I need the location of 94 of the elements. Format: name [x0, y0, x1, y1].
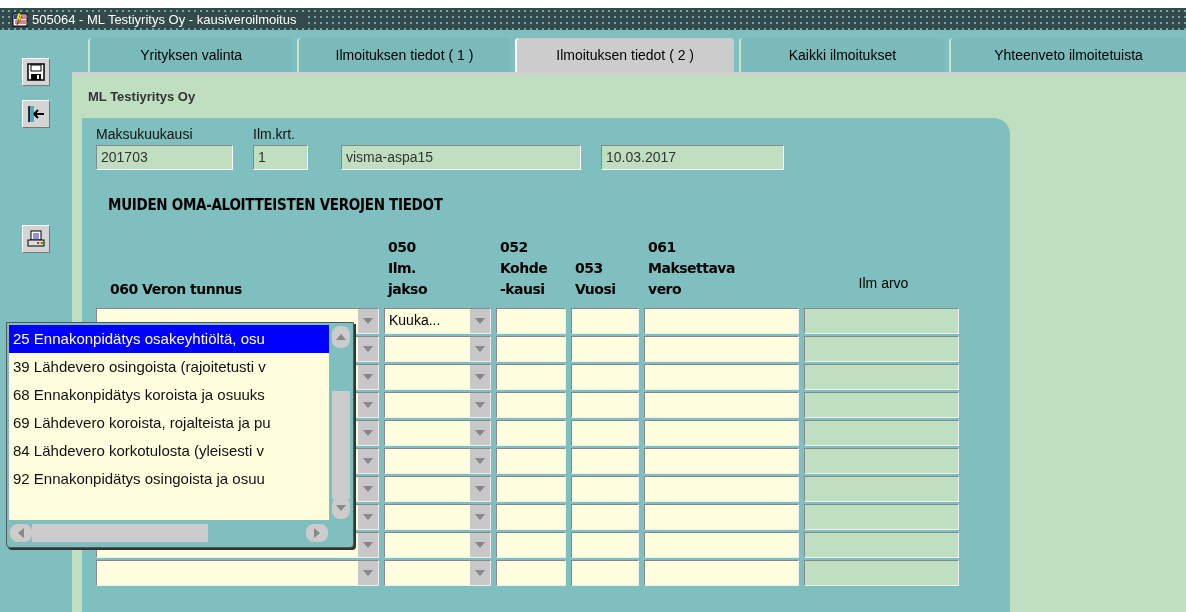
- company-name: ML Testiyritys Oy: [88, 89, 197, 104]
- input-field[interactable]: [644, 504, 799, 530]
- tab[interactable]: Kaikki ilmoitukset: [738, 38, 945, 72]
- caret-icon: [363, 542, 373, 548]
- tab[interactable]: Ilmoituksen tiedot ( 1 ): [297, 38, 510, 72]
- dropdown-field[interactable]: [384, 420, 491, 446]
- input-field[interactable]: [644, 420, 799, 446]
- input-field[interactable]: [644, 336, 799, 362]
- caret-icon: [363, 514, 373, 520]
- input-field[interactable]: [644, 392, 799, 418]
- caret-icon: [475, 486, 485, 492]
- input-field[interactable]: [571, 308, 639, 334]
- input-field[interactable]: [571, 336, 639, 362]
- text-field[interactable]: 201703: [96, 145, 233, 170]
- dropdown-field[interactable]: [384, 532, 491, 558]
- input-field[interactable]: [571, 560, 639, 586]
- input-field[interactable]: [644, 560, 799, 586]
- caret-icon: [475, 346, 485, 352]
- input-field[interactable]: [496, 336, 566, 362]
- caret-icon: [475, 570, 485, 576]
- print-button[interactable]: [22, 225, 50, 253]
- input-field[interactable]: [496, 420, 566, 446]
- input-field[interactable]: [644, 532, 799, 558]
- text-field[interactable]: visma-aspa15: [341, 145, 581, 170]
- dropdown-field[interactable]: [384, 448, 491, 474]
- input-field[interactable]: [496, 392, 566, 418]
- field-label: Ilm.krt.: [253, 126, 296, 143]
- input-field[interactable]: [496, 476, 566, 502]
- column-header: Ilm arvo: [858, 274, 909, 293]
- dropdown-option[interactable]: 84 Lähdevero korkotulosta (yleisesti v: [9, 437, 329, 465]
- caret-icon: [363, 374, 373, 380]
- vertical-scrollbar[interactable]: [331, 325, 351, 520]
- caret-icon: [363, 430, 373, 436]
- horizontal-scrollbar[interactable]: [9, 523, 329, 543]
- input-field[interactable]: [496, 532, 566, 558]
- exit-button[interactable]: [22, 100, 50, 128]
- caret-icon: [363, 318, 373, 324]
- app-icon: [12, 11, 28, 27]
- dropdown-option[interactable]: 69 Lähdevero koroista, rojalteista ja pu: [9, 409, 329, 437]
- dropdown-field[interactable]: Kuuka...: [384, 308, 491, 334]
- exit-arrow-icon: [26, 104, 46, 124]
- tab[interactable]: Yhteenveto ilmoitetuista: [949, 38, 1186, 72]
- tab[interactable]: Ilmoituksen tiedot ( 2 ): [514, 38, 734, 72]
- dropdown-option[interactable]: 39 Lähdevero osingoista (rajoitetusti v: [9, 353, 329, 381]
- input-field[interactable]: [496, 308, 566, 334]
- dropdown-option[interactable]: 92 Ennakonpidätys osingoista ja osuu: [9, 465, 329, 493]
- section-title: MUIDEN OMA-ALOITTEISTEN VEROJEN TIEDOT: [108, 196, 444, 214]
- input-field[interactable]: [496, 448, 566, 474]
- caret-icon: [363, 570, 373, 576]
- caret-icon: [475, 374, 485, 380]
- input-field[interactable]: [571, 504, 639, 530]
- caret-icon: [363, 486, 373, 492]
- dropdown-field[interactable]: [96, 560, 379, 586]
- column-header: 052 Kohde -kausi: [500, 238, 548, 299]
- dropdown-field[interactable]: [384, 336, 491, 362]
- input-field[interactable]: [644, 308, 799, 334]
- input-field[interactable]: [571, 476, 639, 502]
- input-field[interactable]: [496, 364, 566, 390]
- printer-icon: [26, 229, 46, 249]
- input-field[interactable]: [496, 504, 566, 530]
- save-button[interactable]: [22, 58, 50, 86]
- caret-icon: [475, 430, 485, 436]
- input-field[interactable]: [571, 420, 639, 446]
- column-header: 050 Ilm. jakso: [388, 238, 427, 299]
- input-field[interactable]: [571, 532, 639, 558]
- tab[interactable]: Yrityksen valinta: [88, 38, 293, 72]
- input-field[interactable]: [496, 560, 566, 586]
- input-field[interactable]: [644, 448, 799, 474]
- dropdown-field[interactable]: [384, 476, 491, 502]
- input-field[interactable]: [571, 364, 639, 390]
- column-header: 061 Maksettava vero: [648, 238, 735, 299]
- caret-icon: [363, 346, 373, 352]
- caret-icon: [475, 318, 485, 324]
- dropdown-field[interactable]: [384, 560, 491, 586]
- caret-icon: [363, 402, 373, 408]
- field-label: Maksukuukausi: [96, 126, 194, 143]
- caret-icon: [475, 542, 485, 548]
- dropdown-option[interactable]: 25 Ennakonpidätys osakeyhtiöltä, osu: [9, 325, 329, 353]
- input-field[interactable]: [644, 476, 799, 502]
- input-field[interactable]: [571, 448, 639, 474]
- caret-icon: [363, 458, 373, 464]
- input-field[interactable]: [644, 364, 799, 390]
- dropdown-field[interactable]: [384, 504, 491, 530]
- dropdown-field[interactable]: [384, 364, 491, 390]
- text-field[interactable]: 1: [253, 145, 308, 170]
- column-header: 060 Veron tunnus: [110, 280, 242, 299]
- text-field[interactable]: 10.03.2017: [601, 145, 784, 170]
- dropdown-field[interactable]: [384, 392, 491, 418]
- dropdown-option[interactable]: 68 Ennakonpidätys koroista ja osuuks: [9, 381, 329, 409]
- caret-icon: [475, 402, 485, 408]
- caret-icon: [475, 458, 485, 464]
- column-header: 053 Vuosi: [575, 259, 616, 299]
- caret-icon: [475, 514, 485, 520]
- input-field[interactable]: [571, 392, 639, 418]
